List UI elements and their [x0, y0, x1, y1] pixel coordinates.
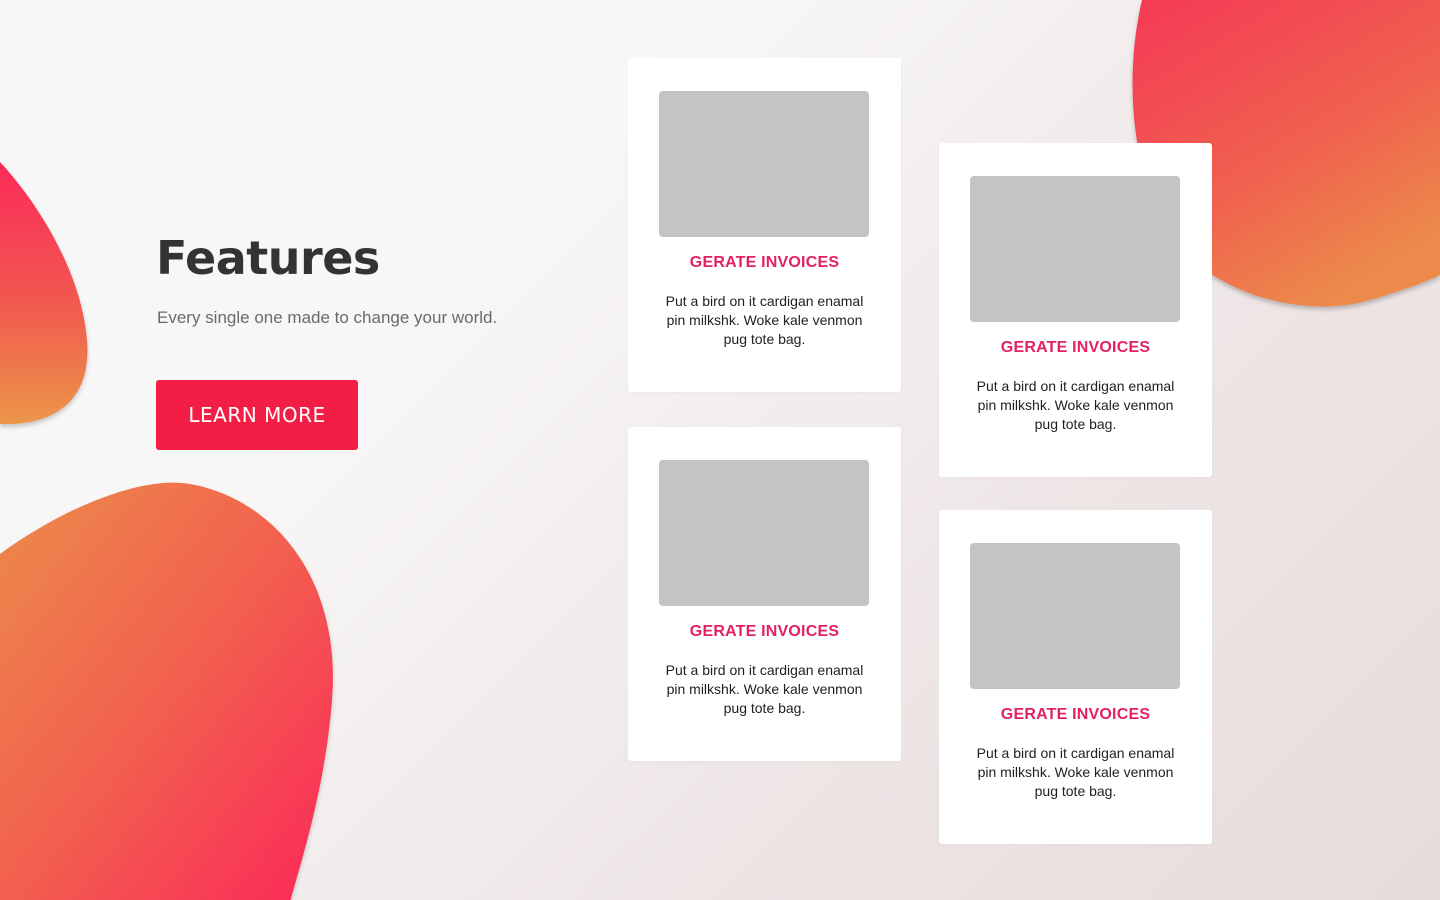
- page-subtitle: Every single one made to change your wor…: [157, 308, 498, 327]
- decorative-blob-left-bottom: [0, 482, 333, 900]
- hero-section: Features Every single one made to change…: [156, 228, 576, 330]
- decorative-blob-left-top: [0, 162, 88, 425]
- feature-card[interactable]: GERATE INVOICES Put a bird on it cardiga…: [628, 58, 901, 392]
- feature-card[interactable]: GERATE INVOICES Put a bird on it cardiga…: [939, 143, 1212, 477]
- page-title: Features: [156, 231, 380, 285]
- feature-card-title: GERATE INVOICES: [1000, 706, 1151, 723]
- feature-card-title: GERATE INVOICES: [689, 254, 840, 271]
- feature-image-placeholder: [970, 176, 1180, 322]
- feature-card-title: GERATE INVOICES: [689, 623, 840, 640]
- feature-card-description: Put a bird on it cardigan enamal pin mil…: [976, 745, 1175, 799]
- feature-card[interactable]: GERATE INVOICES Put a bird on it cardiga…: [628, 427, 901, 761]
- feature-image-placeholder: [659, 460, 869, 606]
- learn-more-button[interactable]: LEARN MORE: [156, 380, 358, 450]
- feature-card-description: Put a bird on it cardigan enamal pin mil…: [665, 293, 864, 347]
- feature-image-placeholder: [659, 91, 869, 237]
- feature-card-title: GERATE INVOICES: [1000, 339, 1151, 356]
- feature-image-placeholder: [970, 543, 1180, 689]
- feature-card-description: Put a bird on it cardigan enamal pin mil…: [976, 378, 1175, 432]
- feature-card[interactable]: GERATE INVOICES Put a bird on it cardiga…: [939, 510, 1212, 844]
- feature-card-description: Put a bird on it cardigan enamal pin mil…: [665, 662, 864, 716]
